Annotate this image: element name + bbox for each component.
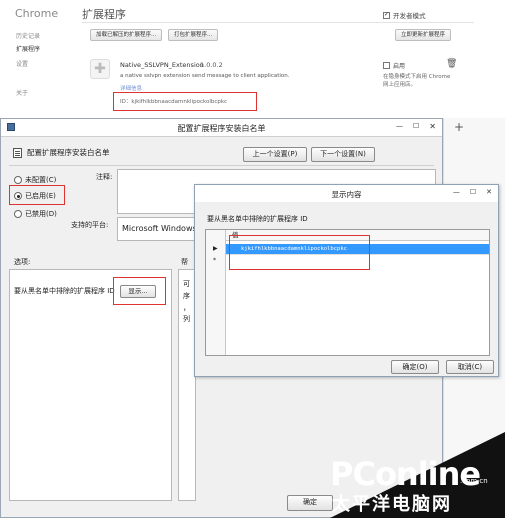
watermark-brand: PConline [330, 455, 481, 493]
watermark-suffix: .com.cn [460, 477, 488, 485]
watermark-overlay [330, 432, 505, 518]
watermark-tagline: 太平洋电脑网 [332, 494, 452, 515]
